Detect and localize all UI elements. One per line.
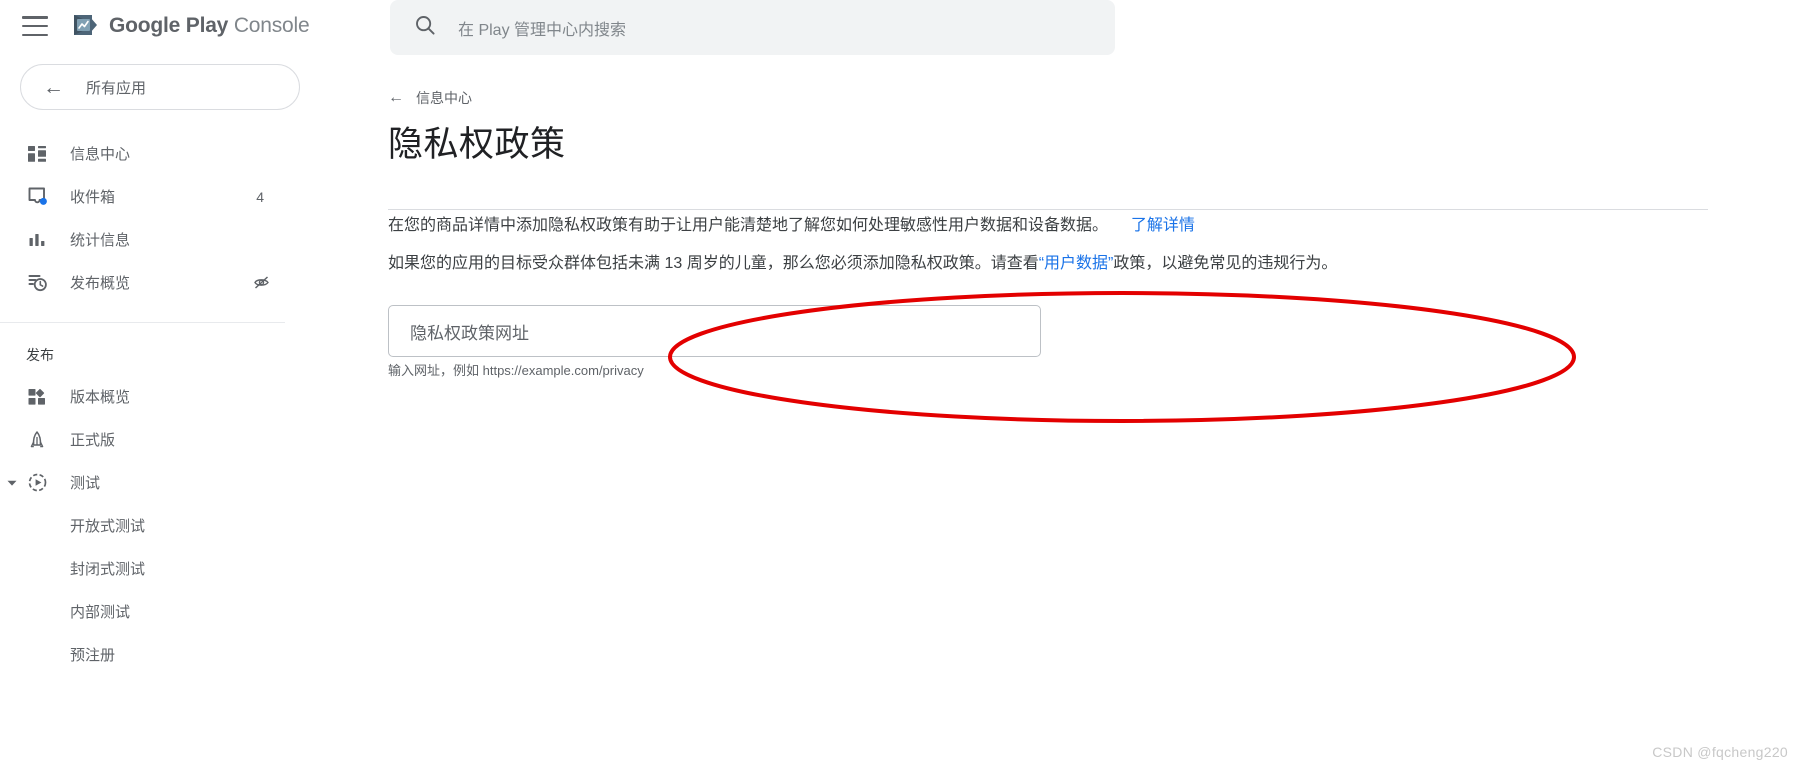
- hamburger-menu-icon[interactable]: [22, 16, 48, 36]
- sidebar-item-pre-registration[interactable]: 预注册: [0, 633, 320, 676]
- visibility-off-icon[interactable]: [252, 274, 270, 292]
- brand-title-bold: Google Play: [109, 14, 229, 37]
- sidebar-item-open-testing[interactable]: 开放式测试: [0, 504, 320, 547]
- google-play-console-page: Google Play Console ← 所有应用 信息中心 收件箱 4 统计…: [0, 0, 1806, 778]
- sidebar-item-testing[interactable]: 测试: [0, 461, 320, 504]
- sidebar-item-label: 版本概览: [70, 389, 131, 406]
- sidebar-item-statistics[interactable]: 统计信息: [0, 218, 320, 261]
- paragraph2-text-before: 如果您的应用的目标受众群体包括未满 13 周岁的儿童，那么您必须添加隐私权政策。…: [388, 255, 1039, 272]
- sidebar-item-closed-testing[interactable]: 封闭式测试: [0, 547, 320, 590]
- privacy-policy-url-input[interactable]: 隐私权政策网址: [388, 305, 1041, 357]
- search-icon: [414, 14, 436, 41]
- privacy-policy-description-1: 在您的商品详情中添加隐私权政策有助于让用户能清楚地了解您如何处理敏感性用户数据和…: [388, 214, 1195, 238]
- paragraph2-text-after: 政策，以避免常见的违规行为。: [1113, 255, 1338, 272]
- sidebar-item-release-overview[interactable]: 版本概览: [0, 375, 320, 418]
- sidebar-section-publish: 发布: [26, 347, 54, 363]
- left-sidebar: Google Play Console ← 所有应用 信息中心 收件箱 4 统计…: [0, 0, 320, 778]
- inbox-unread-badge: 4: [256, 188, 264, 205]
- back-arrow-icon: ←: [388, 89, 404, 106]
- privacy-policy-url-placeholder: 隐私权政策网址: [410, 323, 529, 343]
- sidebar-subitem-label: 封闭式测试: [70, 561, 146, 578]
- learn-more-link[interactable]: 了解详情: [1131, 217, 1195, 234]
- page-title: 隐私权政策: [388, 125, 566, 164]
- publishing-overview-clock-icon: [26, 272, 48, 294]
- csdn-watermark: CSDN @fqcheng220: [1652, 744, 1788, 760]
- breadcrumb-label: 信息中心: [416, 90, 472, 106]
- sidebar-item-production[interactable]: 正式版: [0, 418, 320, 461]
- sidebar-item-inbox[interactable]: 收件箱 4: [0, 175, 320, 218]
- privacy-policy-url-helper-text: 输入网址，例如 https://example.com/privacy: [388, 363, 644, 378]
- sidebar-item-label: 测试: [70, 475, 101, 492]
- sidebar-item-dashboard[interactable]: 信息中心: [0, 132, 320, 175]
- sidebar-subitem-label: 内部测试: [70, 604, 131, 621]
- primary-nav: 信息中心 收件箱 4 统计信息 发布概览 发布 版本概览 正式版 测试 开放式测…: [0, 132, 320, 676]
- sidebar-item-label: 统计信息: [70, 232, 131, 249]
- sidebar-item-label: 正式版: [70, 432, 116, 449]
- sidebar-item-internal-testing[interactable]: 内部测试: [0, 590, 320, 633]
- brand-title-light: Console: [233, 14, 310, 37]
- brand-bar: Google Play Console: [0, 0, 320, 52]
- production-rocket-icon: [26, 429, 48, 451]
- release-overview-icon: [26, 386, 48, 408]
- all-apps-label: 所有应用: [86, 79, 147, 97]
- sidebar-item-publishing-overview[interactable]: 发布概览: [0, 261, 320, 304]
- sidebar-item-label: 信息中心: [70, 146, 131, 163]
- testing-play-circle-icon: [26, 472, 48, 494]
- paragraph1-text: 在您的商品详情中添加隐私权政策有助于让用户能清楚地了解您如何处理敏感性用户数据和…: [388, 217, 1109, 234]
- chevron-down-icon[interactable]: [4, 475, 20, 491]
- inbox-icon: [26, 186, 48, 208]
- statistics-bar-chart-icon: [26, 229, 48, 251]
- main-content: 在 Play 管理中心内搜索 ← 信息中心 隐私权政策 在您的商品详情中添加隐私…: [320, 0, 1806, 778]
- search-placeholder: 在 Play 管理中心内搜索: [458, 21, 627, 39]
- sidebar-item-label: 发布概览: [70, 275, 131, 292]
- user-data-policy-link[interactable]: “用户数据”: [1039, 255, 1114, 272]
- brand-title: Google Play Console: [109, 14, 310, 38]
- play-console-logo-icon: [70, 11, 100, 41]
- dashboard-icon: [26, 143, 48, 165]
- breadcrumb[interactable]: ← 信息中心: [388, 88, 472, 108]
- back-arrow-icon: ←: [43, 75, 64, 99]
- sidebar-item-label: 收件箱: [70, 189, 116, 206]
- sidebar-subitem-label: 预注册: [70, 647, 116, 664]
- search-input[interactable]: 在 Play 管理中心内搜索: [390, 0, 1115, 55]
- brand-logo[interactable]: Google Play Console: [70, 11, 310, 41]
- privacy-policy-description-2: 如果您的应用的目标受众群体包括未满 13 周岁的儿童，那么您必须添加隐私权政策。…: [388, 252, 1337, 276]
- header-divider: [388, 209, 1708, 210]
- all-apps-button[interactable]: ← 所有应用: [20, 64, 300, 110]
- sidebar-subitem-label: 开放式测试: [70, 518, 146, 535]
